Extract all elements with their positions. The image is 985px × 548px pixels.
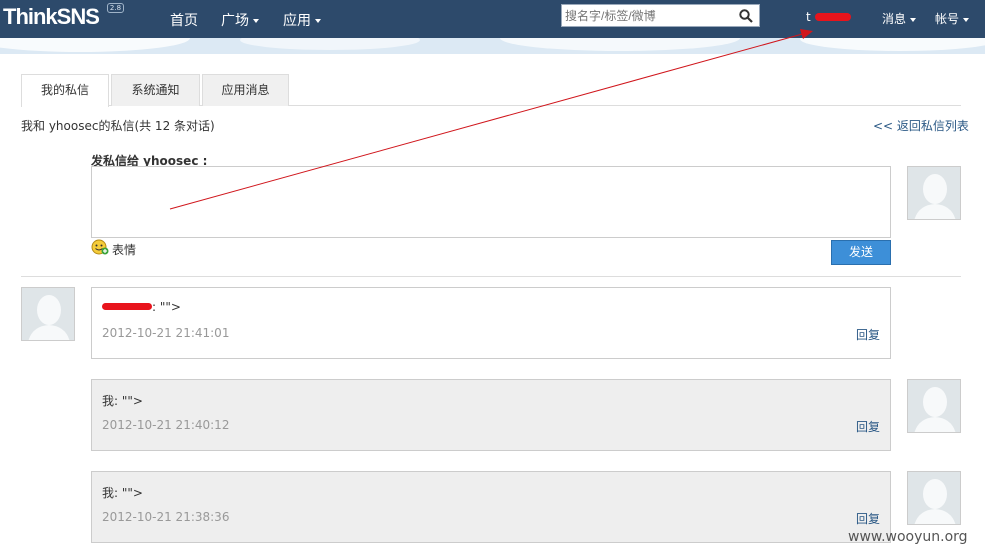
chevron-down-icon xyxy=(963,17,970,22)
chevron-down-icon xyxy=(315,19,321,23)
tab-label: 我的私信 xyxy=(40,83,89,97)
message-card: 我: ""> 2012-10-21 21:38:36 回复 xyxy=(91,471,891,543)
tab-label: 系统通知 xyxy=(131,83,180,97)
chevron-down-icon xyxy=(910,17,917,22)
message-card: 我: ""> 2012-10-21 21:40:12 回复 xyxy=(91,379,891,451)
redaction-mark xyxy=(815,13,851,21)
search-icon[interactable] xyxy=(739,9,753,23)
tab-app-messages[interactable]: 应用消息 xyxy=(202,74,289,106)
header-cloud-banner xyxy=(0,24,985,54)
default-avatar-icon xyxy=(908,472,960,524)
search-input[interactable] xyxy=(565,7,735,24)
messages-menu-label: 消息 xyxy=(882,12,907,26)
thinksns-logo[interactable]: ThinkSNS xyxy=(3,4,100,30)
section-divider xyxy=(21,276,961,277)
nav-home[interactable]: 首页 xyxy=(170,10,198,30)
sender-avatar[interactable] xyxy=(21,287,75,341)
nav-square[interactable]: 广场 xyxy=(221,10,259,30)
emoji-label[interactable]: 表情 xyxy=(112,241,136,258)
message-textarea[interactable] xyxy=(91,166,891,238)
default-avatar-icon xyxy=(908,167,960,219)
current-user-name[interactable]: t xyxy=(806,10,851,24)
version-badge: 2.8 xyxy=(107,3,124,13)
reply-link[interactable]: 回复 xyxy=(856,418,880,435)
tab-label: 应用消息 xyxy=(221,83,270,97)
smiley-icon[interactable] xyxy=(91,239,109,255)
tab-system-notifications[interactable]: 系统通知 xyxy=(111,74,200,106)
reply-link[interactable]: 回复 xyxy=(856,326,880,343)
search-box xyxy=(561,4,760,27)
tab-private-messages[interactable]: 我的私信 xyxy=(21,74,109,107)
reply-link[interactable]: 回复 xyxy=(856,510,880,527)
conversation-title: 我和 yhoosec的私信(共 12 条对话) xyxy=(21,119,215,133)
message-time: 2012-10-21 21:41:01 xyxy=(102,326,230,340)
watermark: www.wooyun.org xyxy=(848,529,968,545)
account-menu[interactable]: 帐号 xyxy=(935,10,970,27)
nav-apps-label: 应用 xyxy=(283,13,311,29)
default-avatar-icon xyxy=(22,288,74,340)
message-tabs: 我的私信 系统通知 应用消息 xyxy=(21,74,961,107)
avatar[interactable] xyxy=(907,379,961,433)
message-text: 我: ""> xyxy=(102,486,143,500)
chevron-down-icon xyxy=(253,19,259,23)
message-text: 我: ""> xyxy=(102,394,143,408)
user-name-text: t xyxy=(806,10,811,24)
back-to-list-link[interactable]: << 返回私信列表 xyxy=(873,117,969,134)
send-button[interactable]: 发送 xyxy=(831,240,891,265)
message-time: 2012-10-21 21:38:36 xyxy=(102,510,230,524)
message-time: 2012-10-21 21:40:12 xyxy=(102,418,230,432)
avatar[interactable] xyxy=(907,166,961,220)
top-navigation-bar: ThinkSNS 2.8 首页 广场 应用 t 消息 帐号 xyxy=(0,0,985,38)
nav-square-label: 广场 xyxy=(221,13,249,29)
message-card: : ""> 2012-10-21 21:41:01 回复 xyxy=(91,287,891,359)
nav-home-label: 首页 xyxy=(170,13,198,29)
cloud-decoration xyxy=(0,24,985,52)
redaction-mark xyxy=(102,303,152,310)
avatar[interactable] xyxy=(907,471,961,525)
messages-menu[interactable]: 消息 xyxy=(882,10,917,27)
message-text: : ""> xyxy=(152,300,181,314)
nav-apps[interactable]: 应用 xyxy=(283,10,321,30)
default-avatar-icon xyxy=(908,380,960,432)
account-menu-label: 帐号 xyxy=(935,12,960,26)
